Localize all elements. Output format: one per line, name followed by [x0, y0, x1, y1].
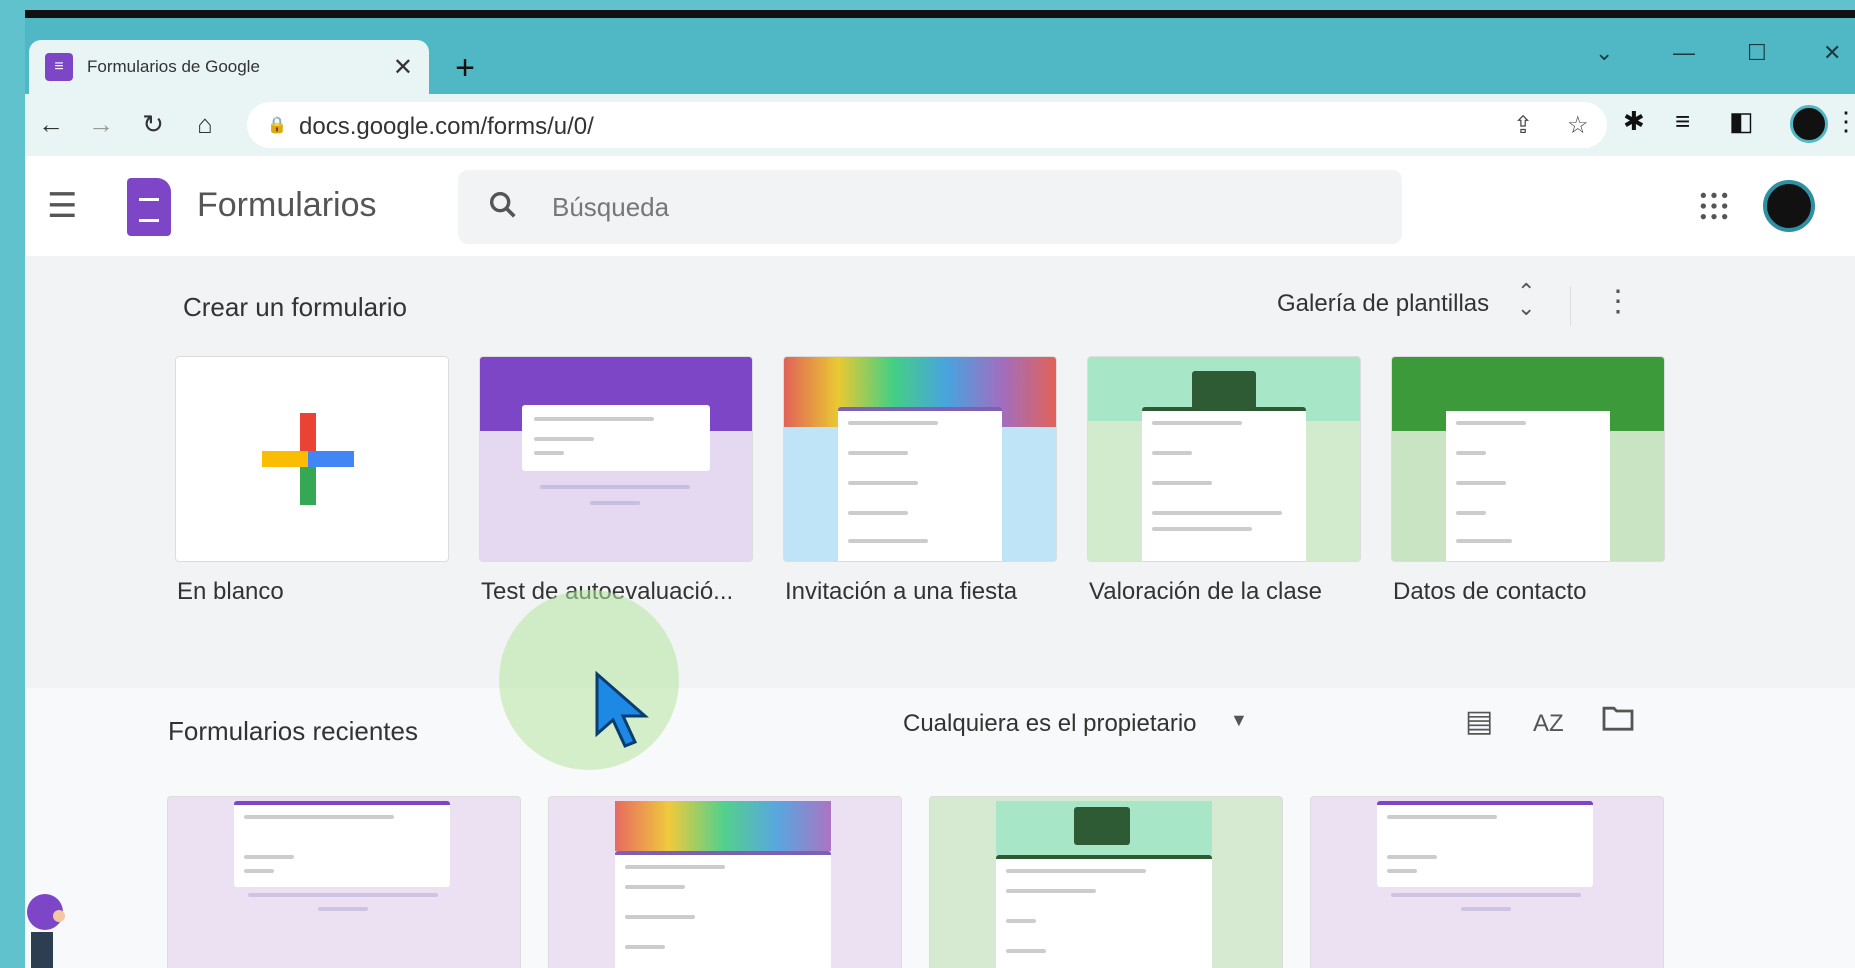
browser-menu-icon[interactable]: ⋮: [1833, 106, 1855, 137]
reload-icon[interactable]: ↻: [135, 106, 171, 142]
template-label[interactable]: En blanco: [177, 578, 284, 606]
create-form-title: Crear un formulario: [183, 292, 407, 322]
template-contact-card[interactable]: [1391, 356, 1665, 562]
template-blank-card[interactable]: [175, 356, 449, 562]
list-view-icon[interactable]: ▤: [1465, 704, 1493, 739]
recent-preview-paper: [615, 851, 831, 968]
template-preview-paper: [522, 405, 710, 471]
browser-toolbar: ← → ↻ ⌂ 🔒 docs.google.com/forms/u/0/ ⇪ ☆…: [25, 94, 1855, 157]
recent-preview-paper: [234, 801, 450, 887]
template-preview-paper: [1446, 407, 1610, 561]
main-menu-icon[interactable]: ☰: [47, 186, 77, 226]
search-input[interactable]: [550, 186, 1374, 228]
tab-search-icon[interactable]: ⌄: [1595, 40, 1613, 66]
browser-profile-avatar[interactable]: [1790, 105, 1828, 143]
tab-strip: ≡ Formularios de Google ✕ + ⌄ — ☐ ✕: [25, 18, 1855, 94]
recent-preview-paper: [996, 855, 1212, 968]
search-icon[interactable]: [486, 188, 520, 230]
unfold-icon[interactable]: ⌃ ⌄: [1517, 281, 1535, 319]
mouse-cursor-icon: [595, 670, 649, 748]
recent-form-card[interactable]: [1310, 796, 1664, 968]
mascot-character-icon: [27, 894, 65, 968]
tab-title: Formularios de Google: [87, 57, 260, 76]
address-bar[interactable]: 🔒 docs.google.com/forms/u/0/ ⇪ ☆: [247, 102, 1607, 148]
extensions-icon[interactable]: ✱: [1623, 106, 1645, 137]
template-label[interactable]: Invitación a una fiesta: [785, 578, 1017, 606]
reading-list-icon[interactable]: ≡: [1675, 106, 1690, 137]
template-preview-paper: [1142, 407, 1306, 561]
create-form-section: Crear un formulario Galería de plantilla…: [25, 256, 1855, 688]
recent-forms-title: Formularios recientes: [168, 716, 418, 746]
template-label[interactable]: Valoración de la clase: [1089, 578, 1322, 606]
new-tab-button[interactable]: +: [445, 48, 485, 88]
folder-icon[interactable]: [1601, 704, 1635, 740]
lock-icon: 🔒: [267, 117, 287, 134]
plus-icon: [262, 413, 354, 505]
share-icon[interactable]: ⇪: [1513, 111, 1533, 140]
board-icon: [1074, 807, 1130, 845]
tab-close-icon[interactable]: ✕: [393, 53, 413, 82]
url-text: docs.google.com/forms/u/0/: [299, 113, 594, 140]
minimize-icon[interactable]: —: [1673, 40, 1695, 66]
template-party-card[interactable]: [783, 356, 1057, 562]
board-icon: [1192, 371, 1256, 411]
template-preview-paper: [838, 407, 1002, 561]
more-options-icon[interactable]: ⋮: [1603, 284, 1633, 319]
balloons-banner: [615, 801, 831, 851]
window-top-edge: [25, 10, 1855, 18]
back-icon[interactable]: ←: [33, 106, 69, 142]
tab-formularios[interactable]: ≡ Formularios de Google ✕: [29, 40, 429, 94]
dropdown-arrow-icon[interactable]: ▼: [1230, 710, 1248, 731]
sort-az-icon[interactable]: AZ: [1533, 710, 1564, 738]
forms-logo-icon[interactable]: [127, 178, 171, 236]
search-box: [458, 170, 1402, 244]
forward-icon[interactable]: →: [83, 106, 119, 142]
bookmark-star-icon[interactable]: ☆: [1567, 111, 1589, 140]
template-label[interactable]: Datos de contacto: [1393, 578, 1586, 606]
google-apps-icon[interactable]: [1698, 190, 1730, 230]
template-gallery-button[interactable]: Galería de plantillas: [1277, 290, 1489, 318]
recent-form-card[interactable]: [167, 796, 521, 968]
owner-filter-dropdown[interactable]: Cualquiera es el propietario: [903, 710, 1197, 738]
app-header: ☰ Formularios: [25, 156, 1855, 257]
browser-window: ≡ Formularios de Google ✕ + ⌄ — ☐ ✕ ← → …: [25, 10, 1855, 968]
home-icon[interactable]: ⌂: [187, 106, 223, 142]
account-avatar[interactable]: [1763, 180, 1815, 232]
recent-form-card[interactable]: [548, 796, 902, 968]
recent-form-card[interactable]: [929, 796, 1283, 968]
forms-favicon-icon: ≡: [45, 53, 73, 81]
side-panel-icon[interactable]: ◧: [1729, 106, 1754, 137]
recent-preview-paper: [1377, 801, 1593, 887]
maximize-icon[interactable]: ☐: [1747, 40, 1767, 66]
template-course-card[interactable]: [1087, 356, 1361, 562]
app-name: Formularios: [197, 186, 377, 224]
template-quiz-card[interactable]: [479, 356, 753, 562]
divider: [1570, 286, 1571, 326]
window-close-icon[interactable]: ✕: [1823, 40, 1841, 66]
